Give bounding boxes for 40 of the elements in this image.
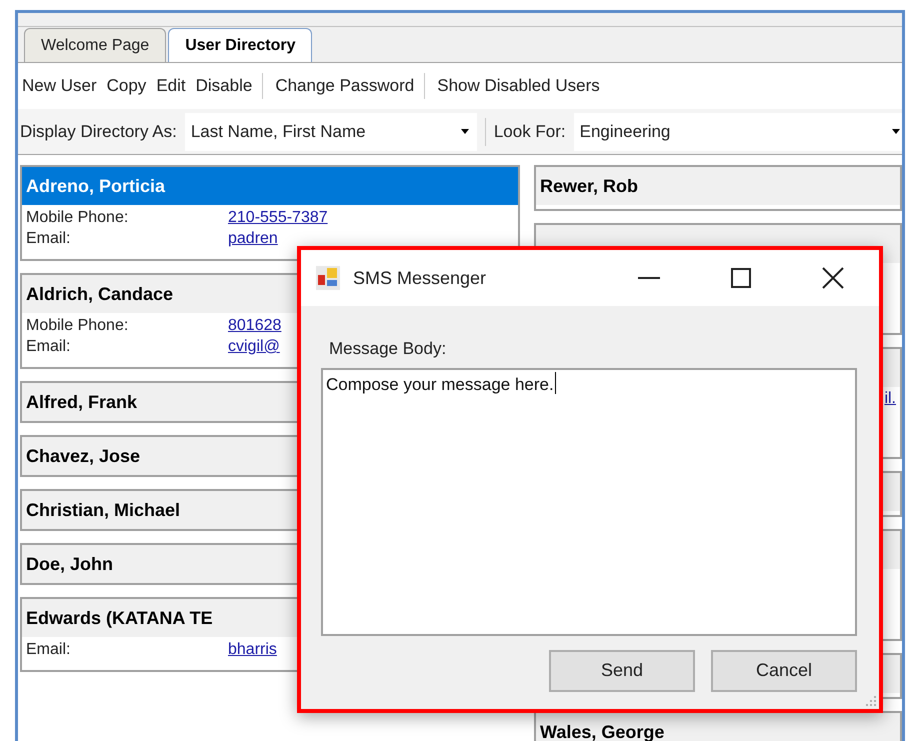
field-label: Email: [26, 640, 72, 660]
contact-card[interactable]: Wales, George [534, 711, 902, 741]
app-icon [315, 265, 341, 291]
dialog-button[interactable]: Cancel [711, 650, 857, 692]
contact-name: Adreno, Porticia [22, 167, 518, 205]
contact-card[interactable]: Rewer, Rob [534, 165, 902, 211]
dropdown[interactable]: Engineering [574, 112, 902, 150]
field-label: Mobile Phone: [26, 208, 130, 228]
contact-card[interactable]: Adreno, Porticia Mobile Phone: 210-555-7387 Email: padren [20, 165, 520, 261]
toolbar-button[interactable]: Change Password [275, 73, 414, 99]
message-field[interactable]: Compose your message here. [321, 368, 857, 636]
toolbar-button[interactable]: New User [22, 73, 97, 99]
toolbar-button[interactable]: Show Disabled Users [437, 73, 600, 99]
dropdown[interactable]: Last Name, First Name [184, 112, 477, 150]
toolbar-button[interactable]: Copy [106, 73, 146, 99]
contact-link[interactable]: padren [228, 228, 278, 249]
contact-link[interactable]: bharris [228, 639, 277, 660]
minimize-icon [638, 277, 660, 279]
field-label: Email: [26, 229, 72, 249]
contact-link[interactable]: 801628 [228, 315, 282, 336]
field-label: Message Body: [328, 338, 448, 360]
caret-icon [460, 129, 469, 134]
field-label: Mobile Phone: [26, 316, 130, 336]
field-label: Look For: [494, 120, 566, 143]
close-icon [822, 267, 844, 289]
contact-name: Wales, George [540, 720, 664, 741]
contact-link[interactable]: cvigil@ [228, 336, 280, 357]
toolbar-button[interactable]: Disable [196, 73, 252, 99]
field-label: Display Directory As: [20, 120, 177, 143]
tab[interactable]: User Directory [168, 28, 312, 62]
caret-icon [892, 129, 900, 134]
field-label: Email: [26, 337, 72, 357]
resize-grip-icon [865, 695, 877, 707]
toolbar-button[interactable]: Edit [156, 73, 186, 99]
dialog-button[interactable]: Send [549, 650, 695, 692]
tab[interactable]: Welcome Page [24, 28, 166, 62]
contact-link[interactable]: il. [884, 389, 896, 409]
maximize-icon [731, 268, 751, 288]
contact-link[interactable]: 210-555-7387 [228, 207, 328, 228]
contact-name: Rewer, Rob [540, 174, 638, 198]
